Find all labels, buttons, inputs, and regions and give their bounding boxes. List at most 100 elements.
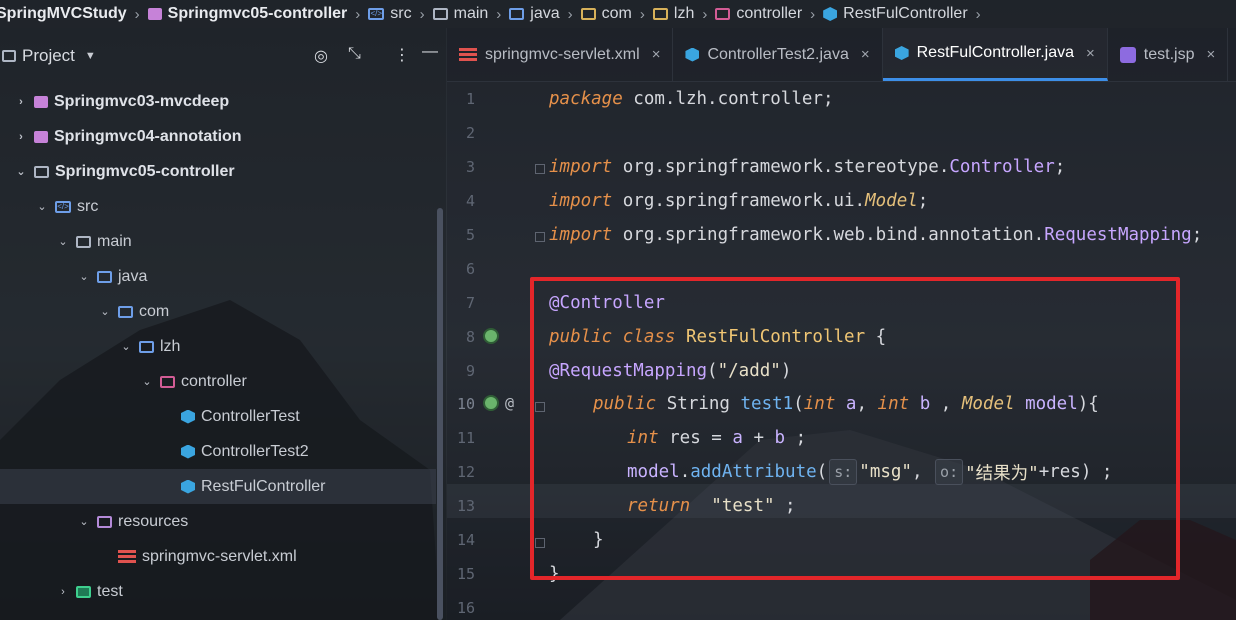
breadcrumb-label: src bbox=[390, 5, 412, 22]
tree-item-springmvc05-controller[interactable]: ⌄ Springmvc05-controller bbox=[0, 154, 436, 189]
project-view-selector[interactable]: Project bbox=[22, 46, 75, 66]
code-line-4[interactable]: import org.springframework.ui. Model; bbox=[549, 184, 928, 218]
tree-item-controllertest[interactable]: ControllerTest bbox=[0, 399, 436, 434]
breadcrumb-item-main[interactable]: main bbox=[432, 5, 488, 23]
class-icon bbox=[181, 409, 195, 424]
tree-item-label: ControllerTest2 bbox=[201, 442, 309, 460]
tree-item-springmvc-servlet-xml[interactable]: springmvc-servlet.xml bbox=[0, 539, 436, 574]
chevron-right-icon: › bbox=[567, 5, 573, 23]
breadcrumb-item-module[interactable]: Springmvc05-controller bbox=[147, 5, 347, 23]
line-number: 4 bbox=[465, 192, 475, 210]
breadcrumb-item-java[interactable]: java bbox=[509, 5, 560, 23]
tab-restfulcontroller-java[interactable]: RestFulController.java × bbox=[882, 28, 1108, 81]
tree-scrollbar[interactable] bbox=[437, 208, 443, 620]
tree-item-test[interactable]: › test bbox=[0, 574, 436, 609]
tab-test-jsp[interactable]: test.jsp × bbox=[1108, 28, 1229, 81]
minimize-icon[interactable]: — bbox=[422, 43, 438, 61]
code-token: package bbox=[549, 89, 623, 109]
breadcrumb-item-src[interactable]: </> src bbox=[368, 5, 412, 23]
code-line-1[interactable]: package com.lzh.controller; bbox=[549, 82, 833, 116]
breadcrumb-item-controller[interactable]: controller bbox=[715, 5, 802, 23]
tree-item-controllertest2[interactable]: ControllerTest2 bbox=[0, 434, 436, 469]
code-token: ; bbox=[917, 191, 929, 211]
line-number: 15 bbox=[456, 565, 475, 583]
editor-gutter: 1 2 3 4 5 6 7 8 9 10 11 12 13 14 15 16 @ bbox=[447, 82, 545, 620]
package-icon bbox=[580, 8, 596, 20]
breadcrumb-item-project[interactable]: SpringMVCStudy bbox=[0, 5, 127, 23]
code-token: org.springframework.stereotype. bbox=[612, 157, 950, 177]
folder-icon bbox=[139, 340, 154, 353]
tree-item-com[interactable]: ⌄ com bbox=[0, 294, 436, 329]
module-icon bbox=[34, 130, 48, 143]
request-mapping-icon[interactable]: @ bbox=[505, 394, 514, 412]
breadcrumb-label: java bbox=[530, 5, 560, 22]
code-token: org.springframework.web.bind.annotation. bbox=[612, 225, 1045, 245]
chevron-down-icon[interactable]: ⌄ bbox=[77, 270, 91, 283]
tree-item-lzh[interactable]: ⌄ lzh bbox=[0, 329, 436, 364]
tree-item-main[interactable]: ⌄ main bbox=[0, 224, 436, 259]
breadcrumb-item-com[interactable]: com bbox=[580, 5, 632, 23]
code-token: org.springframework.ui. bbox=[612, 191, 866, 211]
breadcrumb-label: SpringMVCStudy bbox=[0, 5, 127, 22]
fold-icon[interactable] bbox=[535, 164, 545, 174]
tree-item-controller[interactable]: ⌄ controller bbox=[0, 364, 436, 399]
chevron-right-icon: › bbox=[639, 5, 645, 23]
tree-item-resources[interactable]: ⌄ resources bbox=[0, 504, 436, 539]
close-icon[interactable]: × bbox=[1206, 46, 1215, 63]
folder-icon bbox=[509, 8, 525, 20]
tree-item-springmvc04-annotation[interactable]: › Springmvc04-annotation bbox=[0, 119, 436, 154]
collapse-icon[interactable]: ⤡ bbox=[348, 45, 361, 63]
line-number: 13 bbox=[456, 497, 475, 515]
tree-item-springmvc03-mvcdeep[interactable]: › Springmvc03-mvcdeep bbox=[0, 84, 436, 119]
target-icon[interactable]: ◎ bbox=[314, 46, 328, 66]
resources-folder-icon bbox=[97, 515, 112, 528]
line-number: 16 bbox=[456, 599, 475, 617]
chevron-right-icon[interactable]: › bbox=[56, 586, 70, 598]
line-number: 2 bbox=[465, 124, 475, 142]
spring-bean-icon[interactable] bbox=[483, 328, 499, 344]
close-icon[interactable]: × bbox=[861, 46, 870, 63]
spring-bean-icon[interactable] bbox=[483, 395, 499, 411]
folder-icon bbox=[2, 50, 16, 62]
chevron-down-icon[interactable]: ⌄ bbox=[35, 200, 49, 213]
breadcrumb-item-lzh[interactable]: lzh bbox=[652, 5, 694, 23]
code-token: RequestMapping bbox=[1044, 225, 1192, 245]
chevron-down-icon[interactable]: ⌄ bbox=[119, 340, 133, 353]
code-token: import bbox=[549, 157, 613, 177]
tree-item-src[interactable]: ⌄ </> src bbox=[0, 189, 436, 224]
navigation-breadcrumb: SpringMVCStudy › Springmvc05-controller … bbox=[0, 0, 1236, 28]
chevron-down-icon[interactable]: ⌄ bbox=[140, 375, 154, 388]
chevron-right-icon: › bbox=[702, 5, 708, 23]
folder-icon bbox=[97, 270, 112, 283]
line-number: 1 bbox=[465, 90, 475, 108]
chevron-right-icon[interactable]: › bbox=[14, 131, 28, 143]
breadcrumb-item-class[interactable]: RestFulController bbox=[823, 5, 968, 23]
line-number: 8 bbox=[465, 328, 475, 346]
chevron-down-icon[interactable]: ⌄ bbox=[56, 235, 70, 248]
chevron-right-icon[interactable]: › bbox=[14, 96, 28, 108]
tab-controllertest2-java[interactable]: ControllerTest2.java × bbox=[673, 28, 883, 81]
tab-label: ControllerTest2.java bbox=[707, 45, 849, 63]
chevron-down-icon[interactable]: ⌄ bbox=[98, 305, 112, 318]
chevron-down-icon[interactable]: ⌄ bbox=[14, 165, 28, 178]
tree-item-label: src bbox=[77, 197, 99, 215]
controller-package-icon bbox=[160, 375, 175, 388]
tree-item-label: Springmvc03-mvcdeep bbox=[54, 92, 230, 110]
tree-item-label: com bbox=[139, 302, 170, 320]
tree-item-restfulcontroller[interactable]: RestFulController bbox=[0, 469, 436, 504]
tree-item-label: main bbox=[97, 232, 132, 250]
chevron-right-icon: › bbox=[810, 5, 816, 23]
project-panel: Project ▼ ◎ ⤡ ⋮ — › Springmvc03-mvcdeep › S… bbox=[0, 28, 446, 620]
close-icon[interactable]: × bbox=[1086, 45, 1095, 62]
tab-springmvc-servlet-xml[interactable]: springmvc-servlet.xml × bbox=[447, 28, 674, 81]
chevron-down-icon[interactable]: ▼ bbox=[85, 50, 96, 62]
code-line-5[interactable]: import org.springframework.web.bind.anno… bbox=[549, 218, 1202, 252]
tree-item-label: RestFulController bbox=[201, 477, 326, 495]
more-icon[interactable]: ⋮ bbox=[394, 45, 410, 65]
code-line-3[interactable]: import org.springframework.stereotype. Co… bbox=[549, 150, 1065, 184]
fold-icon[interactable] bbox=[535, 232, 545, 242]
tree-item-label: Springmvc04-annotation bbox=[54, 127, 242, 145]
close-icon[interactable]: × bbox=[652, 46, 661, 63]
tree-item-java[interactable]: ⌄ java bbox=[0, 259, 436, 294]
chevron-down-icon[interactable]: ⌄ bbox=[77, 515, 91, 528]
